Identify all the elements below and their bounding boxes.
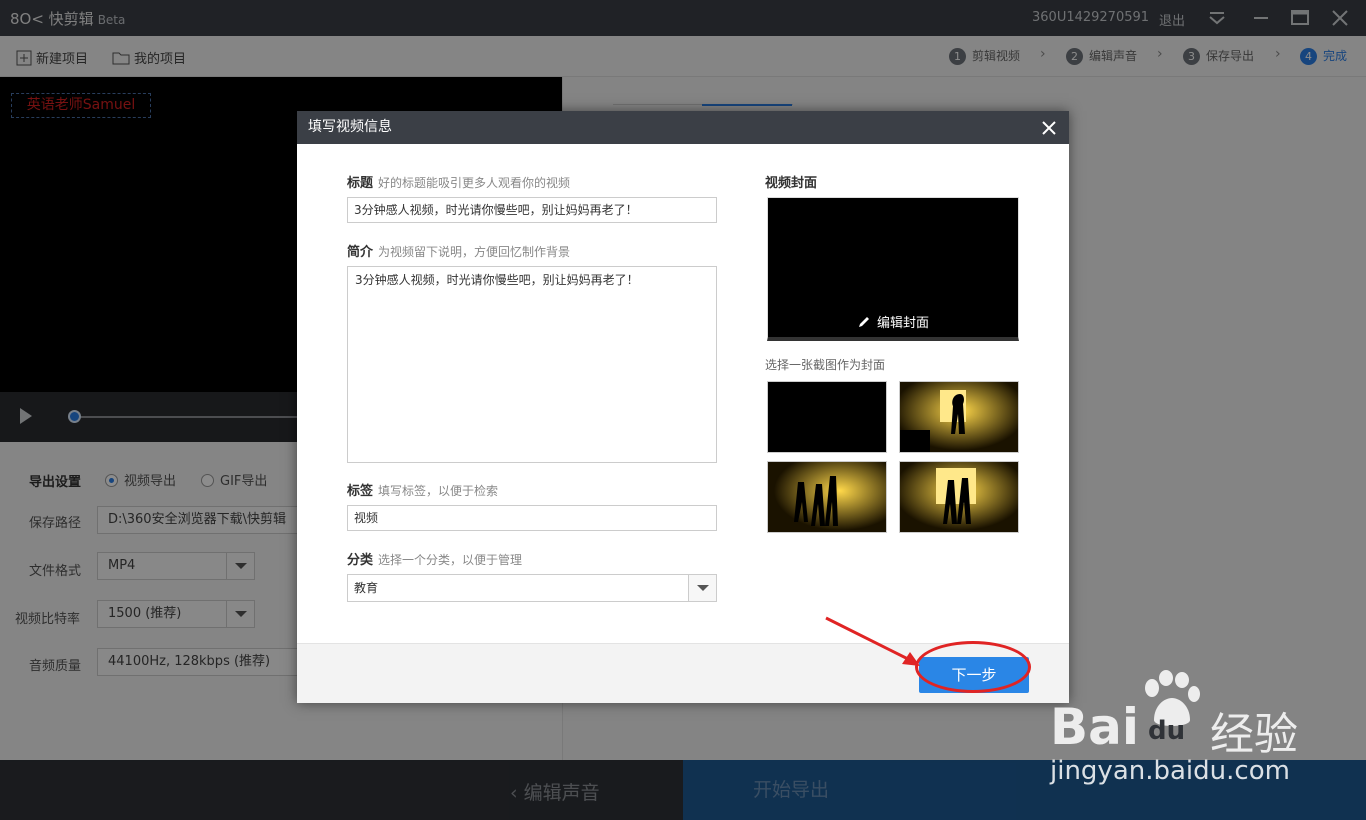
tags-field-label: 标签 填写标签，以便于检索 bbox=[347, 484, 499, 499]
baidu-watermark: Bai du 经验 jingyan.baidu.com bbox=[1050, 670, 1360, 788]
baidu-paw-text: du bbox=[1148, 716, 1186, 746]
chevron-down-icon bbox=[688, 575, 716, 601]
description-field-label: 简介 为视频留下说明，方便回忆制作背景 bbox=[347, 245, 571, 260]
category-select[interactable]: 教育 bbox=[347, 574, 717, 602]
annotation-circle bbox=[915, 641, 1031, 693]
choose-cover-hint: 选择一张截图作为封面 bbox=[765, 358, 886, 372]
category-field-label: 分类 选择一个分类，以便于管理 bbox=[347, 553, 523, 568]
baidu-brand: Bai bbox=[1050, 698, 1139, 756]
baidu-url: jingyan.baidu.com bbox=[1050, 756, 1290, 786]
tags-input[interactable]: 视频 bbox=[347, 505, 717, 531]
cover-label: 视频封面 bbox=[765, 176, 818, 191]
annotation-arrow-icon bbox=[825, 616, 920, 666]
video-info-dialog: 填写视频信息 标题 好的标题能吸引更多人观看你的视频 3分钟感人视频，时光请你慢些… bbox=[297, 111, 1069, 703]
title-input[interactable]: 3分钟感人视频，时光请你慢些吧，别让妈妈再老了！ bbox=[347, 197, 717, 223]
edit-cover-button[interactable]: 编辑封面 bbox=[768, 312, 1018, 331]
baidu-jingyan-cn: 经验 bbox=[1210, 709, 1298, 760]
cover-thumbnail[interactable] bbox=[899, 461, 1019, 533]
cover-preview[interactable]: 编辑封面 bbox=[767, 197, 1019, 341]
title-field-label: 标题 好的标题能吸引更多人观看你的视频 bbox=[347, 176, 571, 191]
dialog-title: 填写视频信息 bbox=[297, 111, 1069, 144]
cover-thumbnail[interactable] bbox=[899, 381, 1019, 453]
description-textarea[interactable]: 3分钟感人视频，时光请你慢些吧，别让妈妈再老了！ bbox=[347, 266, 717, 463]
cover-thumbnail[interactable] bbox=[767, 461, 887, 533]
dialog-close-icon[interactable] bbox=[1039, 118, 1059, 138]
cover-thumbnail[interactable] bbox=[767, 381, 887, 453]
pencil-icon bbox=[858, 317, 869, 327]
